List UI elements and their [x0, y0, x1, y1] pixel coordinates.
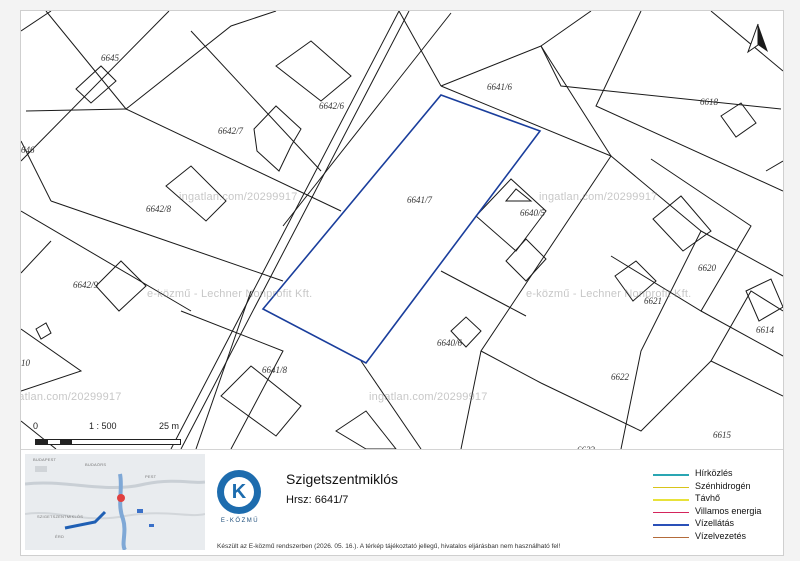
hrsz-value: 6641/7 — [314, 494, 349, 506]
legend-item-tavho: Távhő — [653, 493, 778, 506]
parcel-label-6641-7[interactable]: 6641/7 — [407, 195, 433, 205]
parcel-label-6642-7: 6642/7 — [218, 126, 244, 136]
city-name: Szigetszentmiklós — [286, 471, 399, 487]
parcel-label-6622: 6622 — [611, 372, 630, 382]
legend-item-szenhidrogen: Szénhidrogén — [653, 481, 778, 494]
scale-bar: 0 1 : 500 25 m — [29, 421, 189, 447]
minimap-graphic — [25, 454, 205, 550]
minimap-label: ÉRD — [55, 534, 65, 539]
parcel-label-6618: 6618 — [700, 97, 719, 107]
north-arrow-icon — [747, 23, 768, 54]
watermark-ingatlan: ingatlan.com/20299917 — [369, 391, 488, 403]
legend-swatch — [653, 474, 689, 476]
legend-label: Hírközlés — [695, 468, 733, 478]
logo-text: E-KÖZMŰ — [220, 518, 260, 524]
parcel-label-6620: 6620 — [698, 263, 717, 273]
parcel-label-6614: 6614 — [756, 325, 775, 335]
minimap-label: SZIGETSZENTMIKLÓS — [37, 514, 84, 519]
parcel-label-646: 646 — [21, 145, 35, 155]
parcel-label-6641-8: 6641/8 — [262, 365, 288, 375]
watermark-ingatlan: ingatlan.com/20299917 — [179, 191, 298, 203]
legend-item-vizellatas: Vízellátás — [653, 518, 778, 531]
parcel-label-6640-6: 6640/6 — [437, 338, 463, 348]
legend-item-villamos-energia: Villamos energia — [653, 506, 778, 519]
watermark-ekozmu: e-közmű - Lechner Nonprofit Kft. — [147, 288, 313, 300]
parcel-label-6642-8: 6642/8 — [146, 204, 172, 214]
parcel-label-6615: 6615 — [713, 430, 732, 440]
utility-legend: Hírközlés Szénhidrogén Távhő Villamos en… — [653, 468, 778, 543]
legend-swatch — [653, 486, 689, 488]
info-panel: BUDAPEST BUDAÖRS PEST SZIGETSZENTMIKLÓS … — [21, 449, 783, 555]
minimap-label: BUDAÖRS — [85, 462, 107, 467]
legend-item-hirkozles: Hírközlés — [653, 468, 778, 481]
scale-start: 0 — [33, 421, 39, 431]
legend-label: Villamos energia — [695, 505, 762, 516]
scale-bar-graphic — [35, 439, 181, 445]
ekozmu-logo: K — [217, 470, 261, 514]
legend-swatch — [653, 524, 689, 526]
scale-ratio: 1 : 500 — [89, 421, 117, 431]
hrsz-label: Hrsz: — [286, 494, 312, 506]
legend-swatch — [653, 499, 689, 501]
legend-label: Vízellátás — [695, 518, 735, 528]
scale-end: 25 m — [159, 421, 180, 431]
legend-item-vizelvezetes: Vízelvezetés — [653, 531, 778, 544]
legend-label: Távhő — [695, 493, 721, 503]
hrsz-row: Hrsz: 6641/7 — [286, 494, 348, 506]
logo-letter: K — [224, 477, 254, 507]
overview-minimap[interactable]: BUDAPEST BUDAÖRS PEST SZIGETSZENTMIKLÓS … — [25, 454, 205, 550]
minimap-label: BUDAPEST — [33, 457, 57, 462]
parcel-label-6641-6: 6641/6 — [487, 82, 513, 92]
legend-label: Vízelvezetés — [695, 530, 747, 541]
parcel-label-10: 10 — [21, 358, 31, 368]
legend-label: Szénhidrogén — [695, 480, 751, 491]
legend-swatch — [653, 536, 689, 538]
parcel-label-6645: 6645 — [101, 53, 120, 63]
map-sheet: 6645 6642/6 6641/6 6618 646 6642/7 6642/… — [20, 10, 784, 556]
parcel-label-6642-6: 6642/6 — [319, 101, 345, 111]
parcel-label-6642-9: 6642/9 — [73, 280, 99, 290]
watermark-ingatlan: ingatlan.com/20299917 — [21, 391, 122, 403]
watermark-ingatlan: ingatlan.com/20299917 — [539, 191, 658, 203]
watermark-ekozmu: e-közmű - Lechner Nonprofit Kft. — [526, 288, 692, 300]
minimap-label: PEST — [145, 474, 157, 479]
disclaimer-footnote: Készült az E-közmű rendszerben (2026. 05… — [217, 543, 561, 550]
cadastral-map[interactable]: 6645 6642/6 6641/6 6618 646 6642/7 6642/… — [21, 11, 783, 449]
parcel-label-6640-5: 6640/5 — [520, 208, 546, 218]
legend-swatch — [653, 511, 689, 513]
